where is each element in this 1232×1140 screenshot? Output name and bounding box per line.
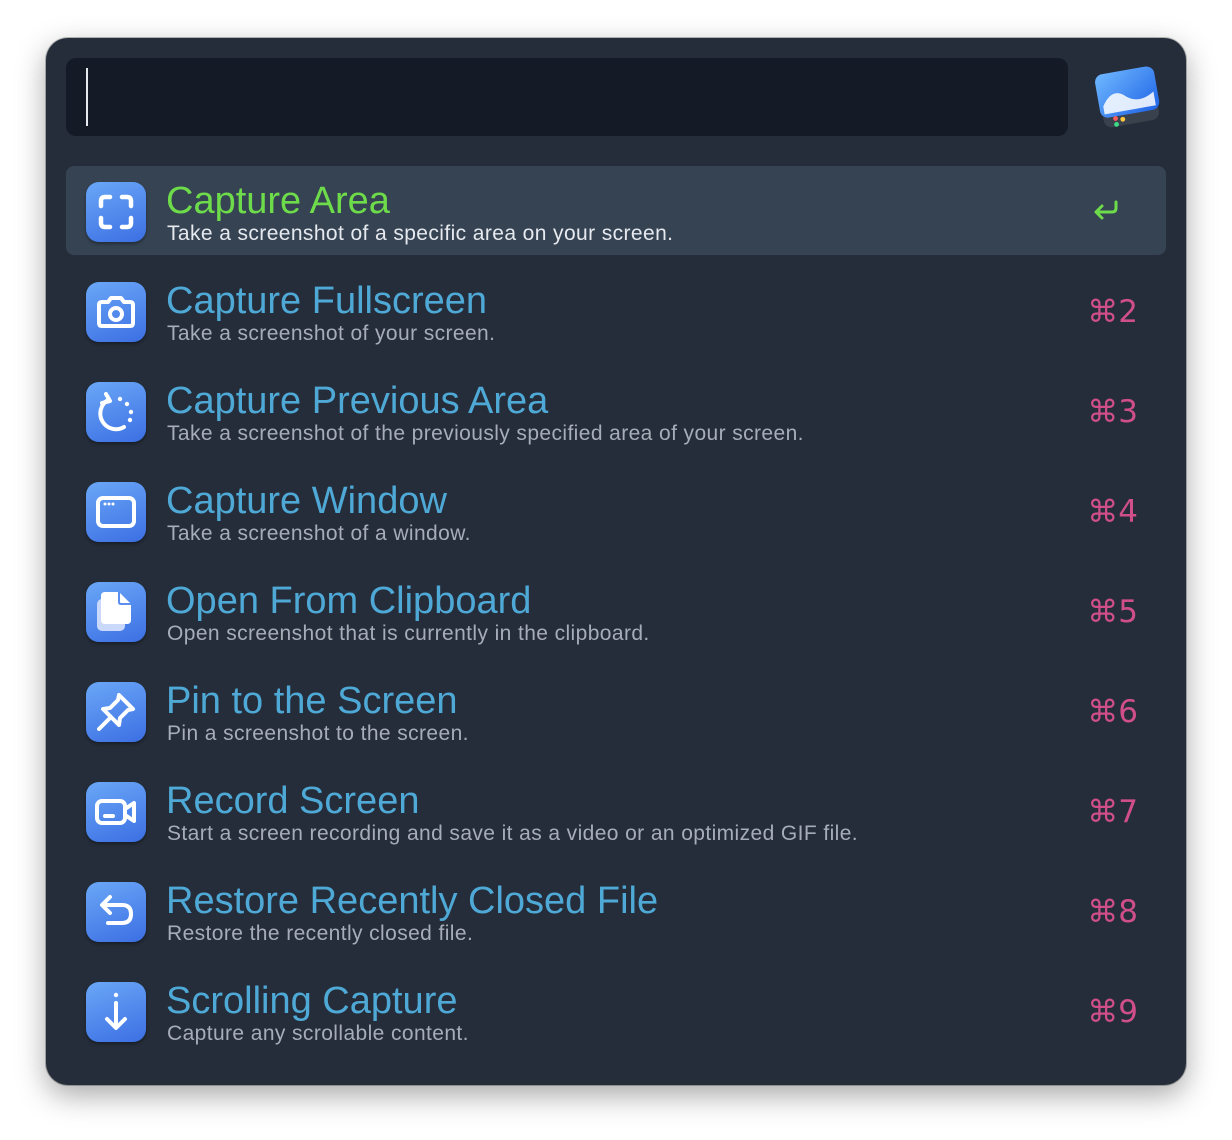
item-subtitle: Open screenshot that is currently in the… bbox=[167, 622, 650, 645]
item-subtitle: Restore the recently closed file. bbox=[167, 922, 474, 945]
video-camera-icon bbox=[86, 782, 146, 842]
camera-icon bbox=[86, 282, 146, 342]
return-icon bbox=[1090, 196, 1122, 224]
list-item-scrolling-capture[interactable]: Scrolling Capture Capture any scrollable… bbox=[66, 966, 1166, 1066]
item-title: Scrolling Capture bbox=[166, 980, 458, 1022]
item-subtitle: Take a screenshot of a window. bbox=[167, 522, 471, 545]
list-item-capture-window[interactable]: Capture Window Take a screenshot of a wi… bbox=[66, 466, 1166, 566]
list-item-pin-to-screen[interactable]: Pin to the Screen Pin a screenshot to th… bbox=[66, 666, 1166, 766]
window-icon bbox=[86, 482, 146, 542]
launcher-window: Capture Area Take a screenshot of a spec… bbox=[46, 38, 1186, 1085]
text-caret bbox=[86, 68, 88, 126]
pin-icon bbox=[86, 682, 146, 742]
item-subtitle: Take a screenshot of the previously spec… bbox=[167, 422, 804, 445]
shortcut-label: ⌘2 bbox=[1087, 294, 1138, 330]
shortcut-label: ⌘5 bbox=[1087, 594, 1138, 630]
search-input[interactable] bbox=[66, 58, 1068, 136]
rotate-dashed-icon bbox=[86, 382, 146, 442]
list-item-capture-previous-area[interactable]: Capture Previous Area Take a screenshot … bbox=[66, 366, 1166, 466]
shortcut-label: ⌘4 bbox=[1087, 494, 1138, 530]
shortcut-label: ⌘8 bbox=[1087, 894, 1138, 930]
shortcut-label: ⌘9 bbox=[1087, 994, 1138, 1030]
list-item-open-from-clipboard[interactable]: Open From Clipboard Open screenshot that… bbox=[66, 566, 1166, 666]
item-title: Capture Previous Area bbox=[166, 380, 549, 422]
item-title: Capture Fullscreen bbox=[166, 280, 488, 322]
search-box[interactable] bbox=[66, 58, 1068, 136]
list-item-restore-recently-closed-file[interactable]: Restore Recently Closed File Restore the… bbox=[66, 866, 1166, 966]
capture-area-icon bbox=[86, 182, 146, 242]
undo-arrow-icon bbox=[86, 882, 146, 942]
item-title: Capture Window bbox=[166, 480, 447, 522]
item-subtitle: Capture any scrollable content. bbox=[167, 1022, 469, 1045]
shortcut-label: ⌘7 bbox=[1087, 794, 1138, 830]
list-item-capture-area[interactable]: Capture Area Take a screenshot of a spec… bbox=[66, 166, 1166, 255]
list-item-capture-fullscreen[interactable]: Capture Fullscreen Take a screenshot of … bbox=[66, 266, 1166, 366]
command-list: Capture Area Take a screenshot of a spec… bbox=[66, 166, 1166, 1066]
list-item-record-screen[interactable]: Record Screen Start a screen recording a… bbox=[66, 766, 1166, 866]
cleanshot-app-icon bbox=[1092, 62, 1164, 132]
item-title: Restore Recently Closed File bbox=[166, 880, 659, 922]
item-title: Record Screen bbox=[166, 780, 420, 822]
item-title: Pin to the Screen bbox=[166, 680, 458, 722]
item-subtitle: Take a screenshot of a specific area on … bbox=[167, 222, 674, 245]
item-subtitle: Start a screen recording and save it as … bbox=[167, 822, 859, 845]
item-title: Open From Clipboard bbox=[166, 580, 532, 622]
item-subtitle: Pin a screenshot to the screen. bbox=[167, 722, 469, 745]
arrow-down-icon bbox=[86, 982, 146, 1042]
clipboard-documents-icon bbox=[86, 582, 146, 642]
item-title: Capture Area bbox=[166, 180, 390, 222]
shortcut-label: ⌘3 bbox=[1087, 394, 1138, 430]
item-subtitle: Take a screenshot of your screen. bbox=[167, 322, 496, 345]
shortcut-label: ⌘6 bbox=[1087, 694, 1138, 730]
